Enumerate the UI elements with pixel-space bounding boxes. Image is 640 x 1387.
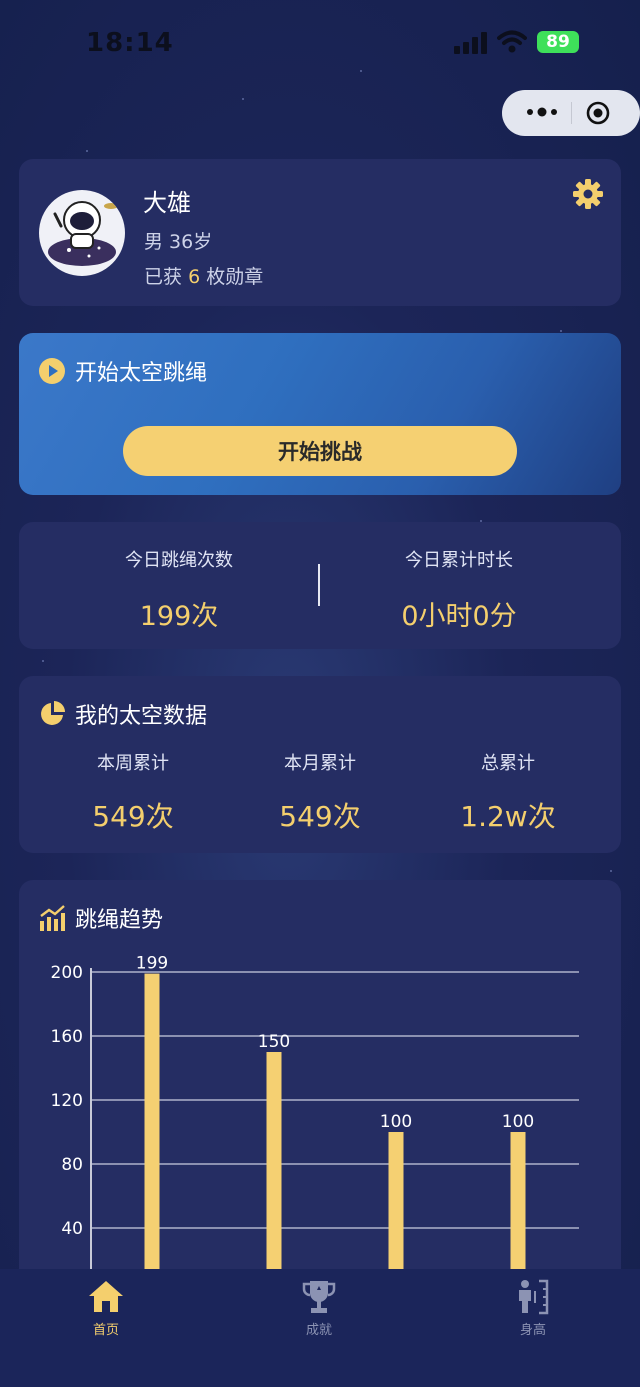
space-data-header: 我的太空数据 bbox=[38, 698, 207, 730]
month-total-value: 549次 bbox=[279, 800, 361, 833]
space-data-card: 我的太空数据 本周累计 549次 本月累计 549次 总累计 1.2w次 bbox=[19, 676, 621, 853]
today-duration-stat: 今日累计时长 0小时0分 bbox=[359, 546, 559, 633]
all-time-total-value: 1.2w次 bbox=[460, 800, 556, 833]
start-section-title: 开始太空跳绳 bbox=[75, 361, 208, 386]
pie-chart-icon bbox=[41, 701, 65, 725]
tab-home[interactable]: 首页 bbox=[46, 1277, 166, 1338]
avatar[interactable] bbox=[39, 190, 125, 276]
chart-bar bbox=[266, 1052, 282, 1300]
all-time-total-stat: 总累计 1.2w次 bbox=[408, 749, 608, 835]
chart-y-tick-label: 160 bbox=[51, 1027, 83, 1047]
chart-data-label: 150 bbox=[258, 1032, 290, 1052]
close-miniprogram-icon[interactable] bbox=[586, 101, 610, 125]
status-time: 18:14 bbox=[86, 28, 174, 58]
tab-achievements-label: 成就 bbox=[305, 1323, 332, 1338]
user-name: 大雄 bbox=[143, 189, 191, 217]
trophy-icon bbox=[302, 1281, 336, 1313]
week-total-value: 549次 bbox=[92, 800, 174, 833]
wifi-icon bbox=[497, 30, 527, 53]
chart-y-tick-label: 120 bbox=[51, 1091, 83, 1111]
start-section-header: 开始太空跳绳 bbox=[38, 355, 207, 387]
stats-divider bbox=[318, 564, 320, 606]
start-challenge-button[interactable]: 开始挑战 bbox=[123, 426, 517, 476]
astronaut-avatar-icon bbox=[48, 201, 118, 266]
today-stats-card: 今日跳绳次数 199次 今日累计时长 0小时0分 bbox=[19, 522, 621, 649]
today-count-value: 199次 bbox=[139, 601, 219, 632]
profile-card: 大雄 男 36岁 已获 6 枚勋章 bbox=[19, 159, 621, 306]
tab-home-label: 首页 bbox=[92, 1323, 119, 1338]
medal-summary: 已获 6 枚勋章 bbox=[144, 262, 263, 289]
tab-achievements[interactable]: 成就 bbox=[259, 1277, 379, 1338]
trend-bar-chart: 40 80 120 160 200 199 150 100 100 bbox=[51, 954, 579, 1300]
status-bar: 18:14 89 bbox=[0, 0, 640, 88]
week-total-stat: 本周累计 549次 bbox=[33, 749, 233, 835]
medals-count: 6 bbox=[188, 266, 201, 288]
chart-y-tick-label: 40 bbox=[61, 1219, 83, 1239]
bottom-tab-bar: 首页 成就 身高 bbox=[0, 1269, 640, 1387]
week-total-label: 本周累计 bbox=[97, 753, 169, 774]
chart-data-label: 100 bbox=[502, 1112, 534, 1132]
month-total-label: 本月累计 bbox=[284, 753, 356, 774]
miniprogram-capsule bbox=[502, 90, 640, 136]
space-data-title: 我的太空数据 bbox=[75, 704, 208, 729]
month-total-stat: 本月累计 549次 bbox=[220, 749, 420, 835]
home-icon bbox=[89, 1281, 123, 1312]
medals-suffix: 枚勋章 bbox=[206, 266, 264, 288]
medals-prefix: 已获 bbox=[144, 266, 183, 288]
play-circle-icon bbox=[39, 358, 65, 384]
start-jump-card: 开始太空跳绳 开始挑战 bbox=[19, 333, 621, 495]
battery-level: 89 bbox=[546, 32, 570, 52]
height-icon bbox=[519, 1279, 549, 1315]
cellular-signal-icon bbox=[454, 32, 490, 54]
chart-bar bbox=[144, 973, 160, 1300]
capsule-divider bbox=[571, 102, 572, 124]
today-count-stat: 今日跳绳次数 199次 bbox=[79, 546, 279, 633]
more-options-icon[interactable] bbox=[524, 102, 560, 122]
today-duration-label: 今日累计时长 bbox=[405, 550, 513, 571]
chart-y-tick-label: 80 bbox=[61, 1155, 83, 1175]
today-count-label: 今日跳绳次数 bbox=[125, 550, 233, 571]
all-time-total-label: 总累计 bbox=[481, 753, 535, 774]
tab-height-label: 身高 bbox=[519, 1323, 546, 1338]
settings-gear-icon[interactable] bbox=[572, 178, 604, 210]
user-gender-age: 男 36岁 bbox=[144, 231, 213, 253]
chart-data-label: 100 bbox=[380, 1112, 412, 1132]
today-duration-value: 0小时0分 bbox=[401, 601, 517, 632]
battery-indicator: 89 bbox=[537, 31, 579, 53]
trend-chart-card: 跳绳趋势 40 80 120 160 200 199 150 100 100 bbox=[19, 880, 621, 1300]
chart-y-tick-label: 200 bbox=[51, 963, 83, 983]
chart-data-label: 199 bbox=[136, 954, 168, 974]
tab-height[interactable]: 身高 bbox=[473, 1277, 593, 1338]
